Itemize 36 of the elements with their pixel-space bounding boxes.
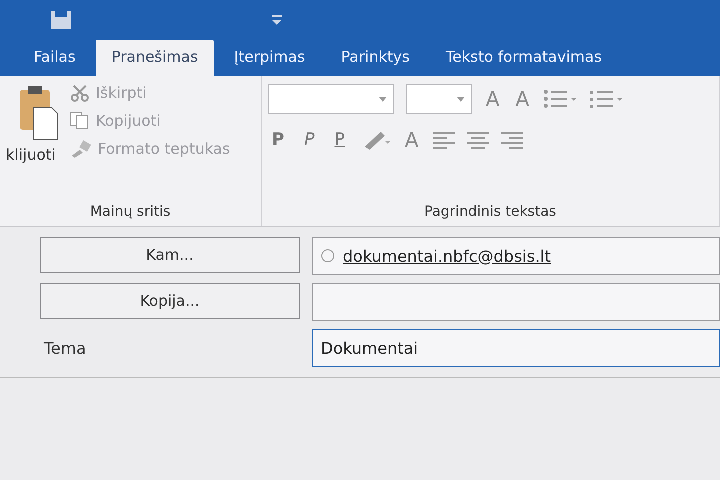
font-name-field[interactable] [268, 84, 394, 114]
dropdown-icon[interactable] [272, 14, 282, 26]
underline-button[interactable]: P [330, 130, 349, 150]
italic-button[interactable]: P [300, 130, 319, 150]
shrink-font-button[interactable]: A [514, 87, 532, 111]
align-right-icon[interactable] [500, 131, 523, 149]
ribbon-tab[interactable]: Teksto formatavimas [430, 40, 618, 76]
numbered-list-icon[interactable] [589, 89, 624, 109]
align-left-icon[interactable] [432, 131, 455, 149]
group-label: Mainų sritis [89, 203, 172, 222]
copy-icon [70, 112, 90, 130]
save-icon[interactable] [50, 10, 72, 30]
ribbon-tab[interactable]: Failas [18, 40, 92, 76]
to-button[interactable]: Kam... [40, 237, 300, 273]
ribbon-tab[interactable]: Įterpimas [218, 40, 322, 76]
brush-icon [70, 140, 92, 158]
bold-button[interactable]: P [268, 130, 288, 150]
font-size-field[interactable] [406, 84, 472, 114]
caret-icon [379, 96, 387, 102]
subject-label: Tema [43, 338, 88, 360]
grow-font-button[interactable]: A [484, 87, 502, 111]
paste-label[interactable]: klijuoti [6, 146, 56, 164]
recipient-link[interactable]: dokumentai.nbfc@dbsis.lt [343, 246, 551, 266]
to-field[interactable]: dokumentai.nbfc@dbsis.lt [312, 237, 720, 275]
font-color-button[interactable]: A [403, 128, 421, 152]
ribbon-tab[interactable]: Pranešimas [96, 40, 214, 76]
cc-field[interactable] [312, 283, 720, 321]
align-center-icon[interactable] [466, 131, 489, 149]
bullet-list-icon[interactable] [543, 89, 578, 109]
caret-icon [457, 96, 465, 102]
cc-button[interactable]: Kopija... [40, 283, 300, 319]
ribbon-tab[interactable]: Parinktys [325, 40, 426, 76]
presence-icon [321, 249, 335, 263]
group-label: Pagrindinis tekstas [424, 203, 558, 222]
scissors-icon [70, 84, 90, 102]
subject-field[interactable]: Dokumentai [312, 329, 720, 367]
